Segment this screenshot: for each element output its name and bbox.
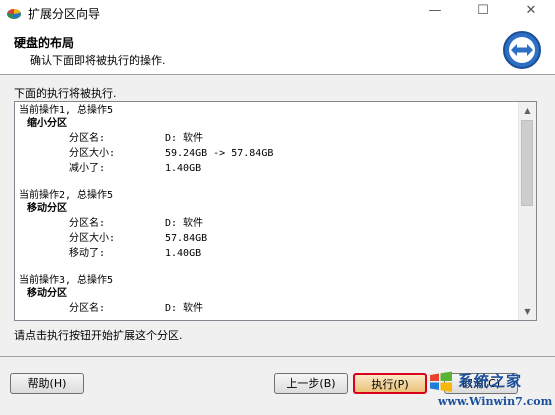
execute-button[interactable]: 执行(P) (353, 373, 427, 394)
row-value: 57.84GB (165, 233, 208, 244)
resize-arrows-icon (503, 31, 541, 69)
operation-item: 当前操作2, 总操作5 移动分区 分区名: D: 软件 分区大小: 57.84G… (19, 189, 517, 261)
operation-row: 分区名: D: 软件 (19, 131, 517, 146)
row-value: D: 软件 (165, 218, 204, 229)
back-button[interactable]: 上一步(B) (274, 373, 348, 394)
window-title: 扩展分区向导 (28, 7, 101, 21)
instruction-text: 请点击执行按钮开始扩展这个分区. (14, 329, 183, 342)
operation-row: 分区名: D: 软件 (19, 301, 517, 316)
list-label: 下面的执行将被执行. (14, 87, 117, 100)
operation-action: 移动分区 (27, 288, 67, 299)
row-key: 分区大小: (69, 233, 116, 244)
row-key: 分区名: (69, 133, 106, 144)
operation-action: 缩小分区 (27, 118, 67, 129)
operation-header: 当前操作2, 总操作5 (19, 190, 114, 201)
operations-list[interactable]: 当前操作1, 总操作5 缩小分区 分区名: D: 软件 分区大小: 59.24G… (14, 101, 537, 321)
operation-action: 移动分区 (27, 203, 67, 214)
row-value: D: 软件 (165, 133, 204, 144)
footer-divider (0, 356, 555, 357)
scroll-up-arrow-icon[interactable]: ▲ (519, 102, 536, 119)
operation-row: 移动了: 1.40GB (19, 246, 517, 261)
row-key: 分区名: (69, 303, 106, 314)
help-button[interactable]: 帮助(H) (10, 373, 84, 394)
row-value: 59.24GB -> 57.84GB (165, 148, 274, 159)
minimize-button[interactable]: — (413, 0, 457, 22)
operation-row: 分区名: D: 软件 (19, 216, 517, 231)
operation-row: 分区大小: 57.84GB (19, 231, 517, 246)
operation-row: 分区大小: 59.24GB -> 57.84GB (19, 146, 517, 161)
watermark-url: www.Winwin7.com (438, 395, 553, 408)
scroll-thumb[interactable] (521, 120, 533, 206)
maximize-button[interactable]: ☐ (461, 0, 505, 22)
page-title: 硬盘的布局 (14, 36, 75, 50)
partition-app-icon (7, 9, 21, 19)
row-key: 减小了: (69, 163, 106, 174)
wizard-header: 硬盘的布局 确认下面即将被执行的操作. (0, 26, 555, 75)
row-key: 移动了: (69, 248, 106, 259)
row-key: 分区大小: (69, 148, 116, 159)
row-value: 1.40GB (165, 163, 202, 174)
watermark-brand: 系统之家 (458, 372, 523, 390)
operation-header: 当前操作1, 总操作5 (19, 105, 114, 116)
operation-header: 当前操作3, 总操作5 (19, 275, 114, 286)
scroll-down-arrow-icon[interactable]: ▼ (519, 303, 536, 320)
operation-item: 当前操作3, 总操作5 移动分区 分区名: D: 软件 (19, 274, 517, 316)
operation-item: 当前操作1, 总操作5 缩小分区 分区名: D: 软件 分区大小: 59.24G… (19, 104, 517, 176)
windows-logo-icon (430, 371, 452, 392)
row-value: D: 软件 (165, 303, 204, 314)
row-value: 1.40GB (165, 248, 202, 259)
site-watermark: 系统之家 www.Winwin7.com (420, 367, 555, 415)
page-subtitle: 确认下面即将被执行的操作. (30, 54, 166, 67)
close-button[interactable]: ✕ (509, 0, 553, 22)
title-bar: 扩展分区向导 — ☐ ✕ (0, 0, 555, 26)
list-scrollbar[interactable]: ▲ ▼ (518, 102, 536, 320)
operations-list-content: 当前操作1, 总操作5 缩小分区 分区名: D: 软件 分区大小: 59.24G… (19, 104, 517, 320)
operation-row: 减小了: 1.40GB (19, 161, 517, 176)
row-key: 分区名: (69, 218, 106, 229)
